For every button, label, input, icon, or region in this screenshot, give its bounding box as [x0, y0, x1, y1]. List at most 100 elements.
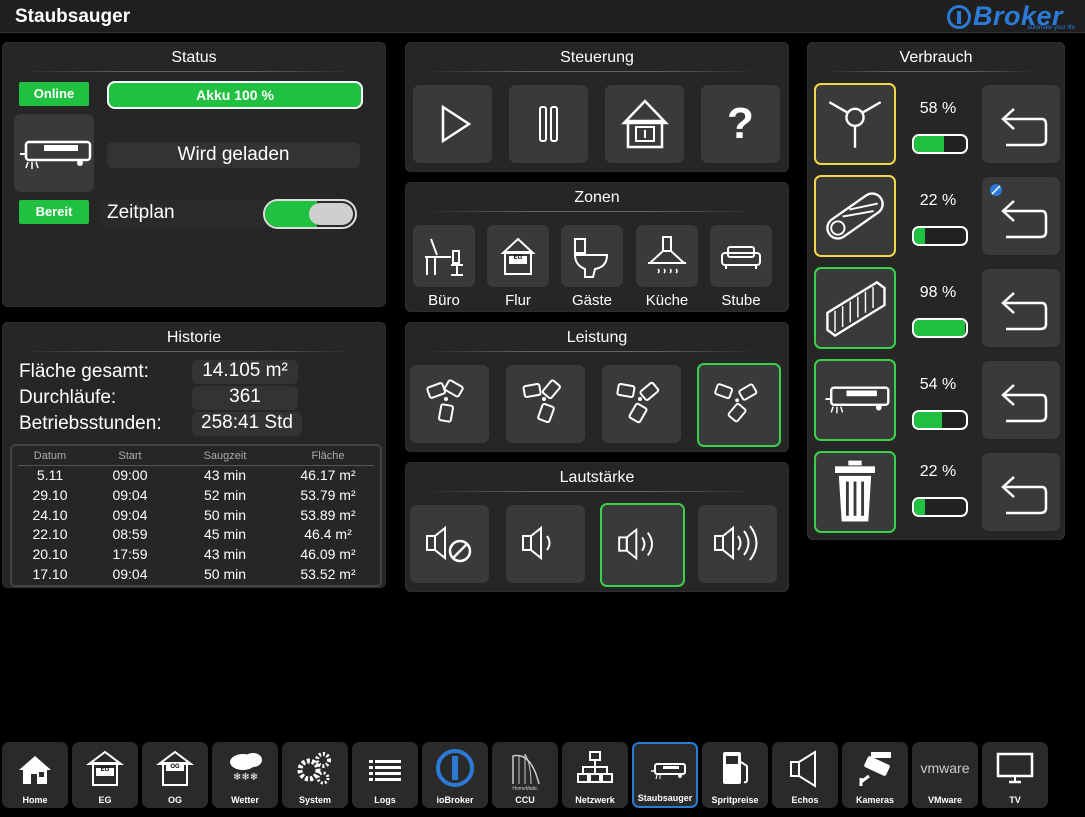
- status-title: Status: [171, 49, 217, 66]
- reset-main-brush-button[interactable]: [982, 177, 1060, 255]
- cell-duration: 50 min: [203, 566, 247, 582]
- toilet-icon: [573, 238, 609, 278]
- volume-high-button[interactable]: [698, 505, 777, 583]
- flaeche-label: Fläche gesamt:: [19, 361, 149, 382]
- reset-filter-button[interactable]: [982, 269, 1060, 347]
- nav-tv[interactable]: TV: [982, 742, 1048, 808]
- desk-icon: [425, 238, 463, 276]
- speaker-low-icon: [522, 525, 551, 561]
- eg-icon-text: EG: [100, 767, 110, 773]
- zone-gaeste-button[interactable]: [561, 225, 623, 287]
- cell-duration: 45 min: [203, 526, 247, 542]
- fan-level-3-icon: [616, 381, 660, 424]
- nav-eg[interactable]: EG EG: [72, 742, 138, 808]
- nav-wetter[interactable]: ❄❄❄ Wetter: [212, 742, 278, 808]
- locate-button[interactable]: ?: [701, 85, 780, 163]
- home-base-icon: [621, 99, 669, 149]
- history-table: Datum Start Saugzeit Fläche 5.11 09:00 4…: [10, 444, 382, 587]
- cell-date: 24.10: [32, 507, 68, 523]
- main-brush-icon: [826, 192, 884, 240]
- zone-kueche-button[interactable]: [636, 225, 698, 287]
- cell-area: 53.79 m²: [300, 487, 356, 503]
- gears-icon: [297, 752, 331, 785]
- nav-label: Wetter: [231, 795, 259, 805]
- nav-kameras[interactable]: Kameras: [842, 742, 908, 808]
- column-header: Saugzeit: [203, 450, 247, 462]
- historie-title: Historie: [166, 329, 222, 346]
- verbrauch-title: Verbrauch: [899, 49, 973, 66]
- network-icon: [577, 751, 613, 783]
- zone-stube-button[interactable]: [710, 225, 772, 287]
- divider: [825, 71, 1035, 72]
- nav-spritpreise[interactable]: Spritpreise: [702, 742, 768, 808]
- zone-label: Stube: [721, 292, 761, 309]
- start-button[interactable]: [413, 85, 492, 163]
- nav-staubsauger[interactable]: Staubsauger: [632, 742, 698, 808]
- bar-fill: [914, 499, 926, 515]
- nav-home[interactable]: Home: [2, 742, 68, 808]
- pause-button[interactable]: [509, 85, 588, 163]
- return-home-button[interactable]: [605, 85, 684, 163]
- volume-medium-button[interactable]: [600, 503, 685, 587]
- home-icon: [19, 756, 51, 784]
- power-quiet-button[interactable]: [410, 365, 489, 443]
- main-brush-tile: [814, 175, 896, 257]
- vacuum-state-text: Wird geladen: [107, 142, 360, 168]
- dustbin-bar: [912, 497, 968, 517]
- side-brush-bar: [912, 134, 968, 154]
- volume-low-button[interactable]: [506, 505, 585, 583]
- power-turbo-button[interactable]: [602, 365, 681, 443]
- durchlaeufe-value: 361: [192, 386, 298, 410]
- zone-flur-button[interactable]: EG: [487, 225, 549, 287]
- cell-area: 46.4 m²: [304, 526, 352, 542]
- nav-echos[interactable]: Echos: [772, 742, 838, 808]
- nav-iobroker[interactable]: ioBroker: [422, 742, 488, 808]
- flaeche-value: 14.105 m²: [192, 360, 298, 384]
- homematic-logo-text: HomeMatic: [512, 786, 538, 792]
- reset-side-brush-button[interactable]: [982, 85, 1060, 163]
- zeitplan-toggle[interactable]: [263, 199, 357, 229]
- zeitplan-label: Zeitplan: [107, 202, 175, 223]
- speaker-mute-icon: [426, 525, 472, 563]
- toggle-knob: [309, 203, 353, 225]
- cell-date: 17.10: [32, 566, 68, 582]
- reset-sensor-button[interactable]: [982, 361, 1060, 439]
- filter-tile: [814, 267, 896, 349]
- divider: [423, 491, 759, 492]
- cell-area: 53.89 m²: [300, 507, 356, 523]
- nav-system[interactable]: System: [282, 742, 348, 808]
- main-brush-percent: 22 %: [919, 192, 957, 209]
- reset-arrow-icon: [1001, 108, 1048, 147]
- volume-mute-button[interactable]: [410, 505, 489, 583]
- nav-label: Home: [22, 795, 48, 805]
- filter-icon: [826, 280, 886, 338]
- nav-label: System: [298, 795, 332, 805]
- reset-arrow-icon: [1001, 292, 1048, 331]
- nav-og[interactable]: OG OG: [142, 742, 208, 808]
- divider: [20, 351, 356, 352]
- fuel-icon: [723, 752, 748, 784]
- power-balanced-button[interactable]: [506, 365, 585, 443]
- question-icon: ?: [727, 99, 754, 148]
- zone-buero-button[interactable]: [413, 225, 475, 287]
- sensor-tile: [814, 359, 896, 441]
- zone-label: Küche: [645, 292, 689, 309]
- nav-label: Echos: [791, 795, 819, 805]
- nav-vmware[interactable]: vmware VMware: [912, 742, 978, 808]
- reset-arrow-icon: [1001, 384, 1048, 423]
- cell-start: 09:04: [112, 507, 148, 523]
- reset-dustbin-button[interactable]: [982, 453, 1060, 531]
- nav-logs[interactable]: Logs: [352, 742, 418, 808]
- vmware-icon: vmware: [920, 760, 970, 776]
- cell-start: 09:04: [112, 566, 148, 582]
- eg-icon-text: EG: [513, 255, 523, 261]
- cell-area: 46.09 m²: [300, 546, 356, 562]
- nav-netzwerk[interactable]: Netzwerk: [562, 742, 628, 808]
- power-max-button[interactable]: [697, 363, 781, 447]
- vacuum-robot-icon: [20, 140, 92, 169]
- zone-label: Gäste: [571, 292, 613, 309]
- trash-icon: [835, 460, 875, 522]
- vacuum-status-tile: [14, 114, 94, 192]
- nav-ccu[interactable]: HomeMatic CCU: [492, 742, 558, 808]
- nav-label: TV: [1009, 795, 1021, 805]
